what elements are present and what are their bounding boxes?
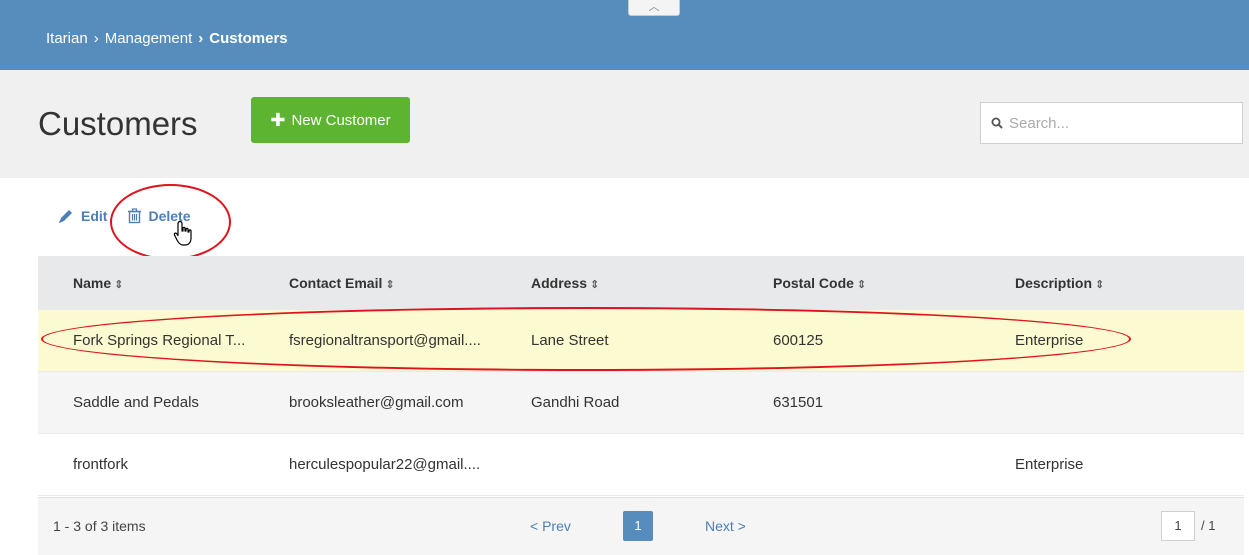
prev-page-link[interactable]: < Prev	[530, 518, 571, 534]
pagination-bar: 1 - 3 of 3 items < Prev 1 Next > 1 / 1	[38, 497, 1244, 555]
pencil-icon	[59, 210, 72, 223]
column-header-name[interactable]: Name ⇕	[38, 275, 254, 291]
hand-cursor-icon	[173, 220, 192, 246]
customers-table: Name ⇕ Contact Email ⇕ Address ⇕ Postal Cod…	[38, 256, 1244, 496]
new-customer-button[interactable]: ✚ New Customer	[251, 97, 410, 143]
row-highlight-circle	[41, 307, 1131, 371]
breadcrumb-separator: ›	[198, 30, 204, 47]
cell-address: Gandhi Road	[531, 394, 620, 411]
cell-description: Enterprise	[1015, 456, 1084, 473]
page-number-current[interactable]: 1	[623, 511, 653, 541]
sort-icon: ⇕	[856, 279, 867, 291]
column-header-postal-code[interactable]: Postal Code ⇕	[738, 275, 980, 291]
table-header: Name ⇕ Contact Email ⇕ Address ⇕ Postal Cod…	[38, 256, 1244, 310]
table-row[interactable]: frontfork herculespopular22@gmail.... En…	[38, 434, 1244, 496]
table-row[interactable]: Saddle and Pedals brooksleather@gmail.co…	[38, 372, 1244, 434]
search-placeholder: Search...	[1009, 114, 1070, 132]
column-header-description[interactable]: Description ⇕	[980, 275, 1244, 291]
next-page-link[interactable]: Next >	[705, 518, 746, 534]
column-header-address[interactable]: Address ⇕	[496, 275, 738, 291]
new-customer-label: New Customer	[291, 111, 391, 129]
page-title: Customers	[38, 105, 198, 142]
breadcrumb-management[interactable]: Management	[105, 30, 193, 47]
cell-contact-email: brooksleather@gmail.com	[289, 394, 464, 411]
sort-icon: ⇕	[1095, 279, 1105, 291]
sort-icon: ⇕	[385, 279, 395, 291]
search-icon	[991, 117, 1003, 129]
cell-name: frontfork	[73, 456, 129, 473]
chevron-up-icon: ︿	[648, 1, 660, 13]
cell-contact-email: herculespopular22@gmail....	[289, 456, 481, 473]
search-input[interactable]: Search...	[980, 102, 1243, 144]
breadcrumb-itarian[interactable]: Itarian	[46, 30, 88, 47]
sort-icon: ⇕	[114, 279, 124, 291]
column-header-contact-email[interactable]: Contact Email ⇕	[254, 275, 496, 291]
cell-name: Saddle and Pedals	[73, 394, 199, 411]
top-bar: ︿ Itarian › Management › Customers	[0, 0, 1249, 70]
breadcrumb-separator: ›	[93, 30, 99, 47]
delete-highlight-circle	[110, 184, 231, 260]
page-number-input[interactable]: 1	[1161, 511, 1195, 541]
breadcrumb: Itarian › Management › Customers	[46, 30, 288, 47]
items-count: 1 - 3 of 3 items	[53, 518, 146, 534]
edit-button[interactable]: Edit	[57, 207, 107, 225]
page-total: / 1	[1201, 518, 1216, 533]
cell-postal-code: 631501	[773, 394, 824, 411]
plus-icon: ✚	[270, 110, 286, 130]
edit-label: Edit	[81, 208, 108, 224]
breadcrumb-customers: Customers	[209, 30, 288, 47]
sort-icon: ⇕	[590, 279, 600, 291]
collapse-toggle[interactable]: ︿	[628, 0, 680, 16]
